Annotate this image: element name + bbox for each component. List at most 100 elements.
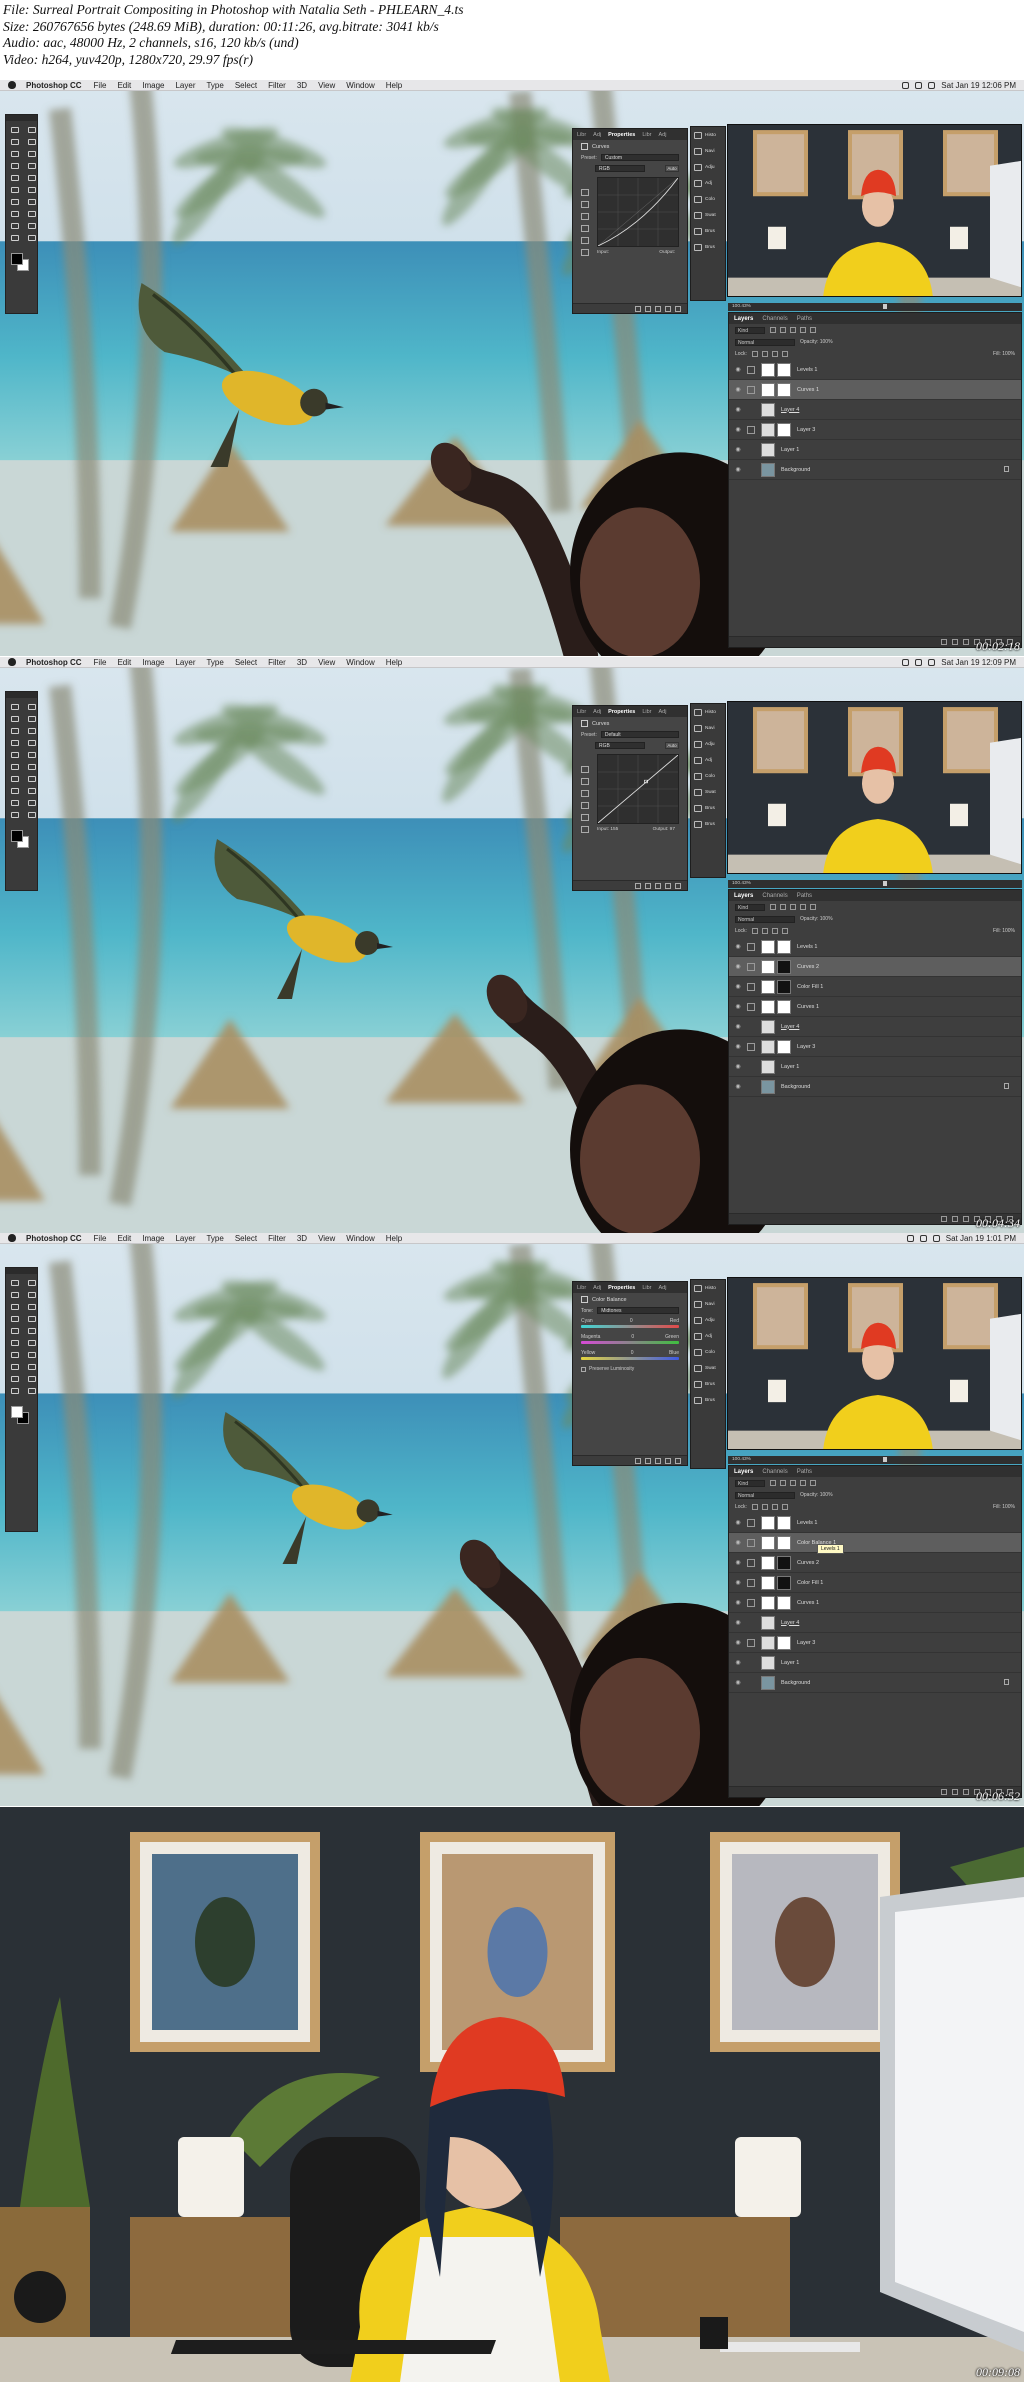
channel-select[interactable]: RGB (595, 165, 645, 172)
tab-adj[interactable]: Adj (593, 709, 601, 715)
panel-brus-button[interactable]: Brus (691, 800, 725, 816)
zoom-tool-icon[interactable] (26, 810, 38, 820)
quick-select-tool-icon[interactable] (26, 137, 38, 147)
tab-properties[interactable]: Properties (608, 132, 635, 138)
layer-row[interactable]: ◉ Layer 1 (729, 1057, 1021, 1077)
white-point-picker-icon[interactable] (581, 802, 589, 809)
visibility-eye-icon[interactable]: ◉ (733, 983, 743, 990)
preset-select[interactable]: Custom (600, 154, 679, 161)
volume-icon[interactable] (932, 1235, 940, 1242)
curve-graph[interactable] (597, 177, 679, 247)
tab-paths[interactable]: Paths (797, 1469, 812, 1475)
kind-filter-select[interactable]: Kind (735, 1479, 765, 1487)
layer-row[interactable]: ◉ Curves 1 (729, 1593, 1021, 1613)
lock-position-icon[interactable] (761, 928, 768, 934)
layer-mask-thumbnail[interactable] (777, 1635, 791, 1650)
visibility-eye-icon[interactable]: ◉ (733, 1043, 743, 1050)
layer-name[interactable]: Layer 3 (797, 427, 815, 433)
link-layers-icon[interactable] (941, 639, 947, 645)
color-balance-slider[interactable]: Yellow 0 Blue (573, 1348, 687, 1364)
visibility-icon[interactable] (665, 1457, 671, 1464)
layer-thumbnail[interactable] (761, 1655, 775, 1670)
shape-tool-icon[interactable] (26, 1374, 38, 1384)
tab-libr[interactable]: Libr (577, 1285, 586, 1291)
menu-item-select[interactable]: Select (235, 658, 257, 667)
layer-name[interactable]: Curves 1 (797, 387, 819, 393)
white-point-picker-icon[interactable] (581, 225, 589, 232)
layer-name[interactable]: Layer 1 (781, 1660, 799, 1666)
lock-position-icon[interactable] (761, 351, 768, 357)
hand-tool-icon[interactable] (9, 810, 21, 820)
trash-icon[interactable] (675, 1457, 681, 1464)
history-brush-tool-icon[interactable] (26, 173, 38, 183)
menu-item-type[interactable]: Type (206, 81, 223, 90)
menu-item-file[interactable]: File (94, 81, 107, 90)
shape-tool-icon[interactable] (26, 798, 38, 808)
layer-thumbnail[interactable] (761, 382, 775, 397)
panel-navi-button[interactable]: Navi (691, 143, 725, 159)
menu-item-window[interactable]: Window (346, 1234, 374, 1243)
layer-thumbnail[interactable] (761, 1595, 775, 1610)
menu-item-help[interactable]: Help (386, 1234, 402, 1243)
apple-icon[interactable] (8, 1234, 16, 1242)
quick-select-tool-icon[interactable] (26, 1290, 38, 1300)
layer-row[interactable]: ◉ Curves 1 (729, 997, 1021, 1017)
tab-layers[interactable]: Layers (734, 1469, 753, 1475)
hand-tool-icon[interactable] (9, 1386, 21, 1396)
trash-icon[interactable] (675, 305, 681, 312)
panel-navi-button[interactable]: Navi (691, 720, 725, 736)
lock-pixels-icon[interactable] (751, 1504, 758, 1510)
curve-point-icon[interactable] (581, 814, 589, 821)
on-image-adjust-icon[interactable] (581, 766, 589, 773)
pen-tool-icon[interactable] (9, 1362, 21, 1372)
tab-adj[interactable]: Adj (659, 709, 667, 715)
type-filter-icon[interactable] (790, 1480, 796, 1486)
menubar-clock[interactable]: Sat Jan 19 12:09 PM (941, 658, 1016, 667)
preserve-luminosity-checkbox[interactable]: Preserve Luminosity (573, 1364, 687, 1376)
tab-channels[interactable]: Channels (762, 316, 787, 322)
visibility-eye-icon[interactable]: ◉ (733, 1579, 743, 1586)
tab-adj[interactable]: Adj (593, 1285, 601, 1291)
layer-thumbnail[interactable] (761, 979, 775, 994)
tab-libr[interactable]: Libr (642, 132, 651, 138)
pencil-curve-icon[interactable] (581, 826, 589, 833)
layer-name[interactable]: Curves 2 (797, 1560, 819, 1566)
apple-icon[interactable] (8, 81, 16, 89)
layer-thumbnail[interactable] (761, 442, 775, 457)
fill-field[interactable]: Fill: 100% (993, 928, 1015, 934)
zoom-tool-icon[interactable] (26, 1386, 38, 1396)
move-tool-icon[interactable] (9, 125, 21, 135)
layer-mask-thumbnail[interactable] (777, 422, 791, 437)
layer-thumbnail[interactable] (761, 422, 775, 437)
menu-item-type[interactable]: Type (206, 658, 223, 667)
tab-libr[interactable]: Libr (642, 709, 651, 715)
smart-filter-icon[interactable] (810, 327, 816, 333)
opacity-field[interactable]: Opacity: 100% (800, 1492, 833, 1498)
layer-thumbnail[interactable] (761, 1675, 775, 1690)
layer-row[interactable]: ◉ Curves 1 (729, 380, 1021, 400)
smart-filter-icon[interactable] (810, 1480, 816, 1486)
scroll-knob[interactable] (883, 304, 887, 309)
menu-item-layer[interactable]: Layer (175, 658, 195, 667)
scroll-knob[interactable] (883, 1457, 887, 1462)
app-name-menu[interactable]: Photoshop CC (26, 658, 82, 667)
visibility-eye-icon[interactable]: ◉ (733, 1003, 743, 1010)
menu-item-file[interactable]: File (94, 1234, 107, 1243)
view-previous-icon[interactable] (645, 305, 651, 312)
healing-tool-icon[interactable] (9, 1314, 21, 1324)
visibility-eye-icon[interactable]: ◉ (733, 1539, 743, 1546)
layer-name[interactable]: Layer 4 (781, 1024, 799, 1030)
layer-row[interactable]: ◉ Layer 1 (729, 1653, 1021, 1673)
blend-mode-select[interactable]: Normal (735, 338, 795, 346)
menu-item-type[interactable]: Type (206, 1234, 223, 1243)
marquee-tool-icon[interactable] (26, 125, 38, 135)
gradient-tool-icon[interactable] (26, 762, 38, 772)
panel-navi-button[interactable]: Navi (691, 1296, 725, 1312)
tab-properties[interactable]: Properties (608, 709, 635, 715)
view-previous-icon[interactable] (645, 1457, 651, 1464)
app-name-menu[interactable]: Photoshop CC (26, 81, 82, 90)
curve-graph[interactable] (597, 754, 679, 824)
layer-row[interactable]: ◉ Layer 3 (729, 420, 1021, 440)
kind-filter-select[interactable]: Kind (735, 903, 765, 911)
menu-item-window[interactable]: Window (346, 81, 374, 90)
